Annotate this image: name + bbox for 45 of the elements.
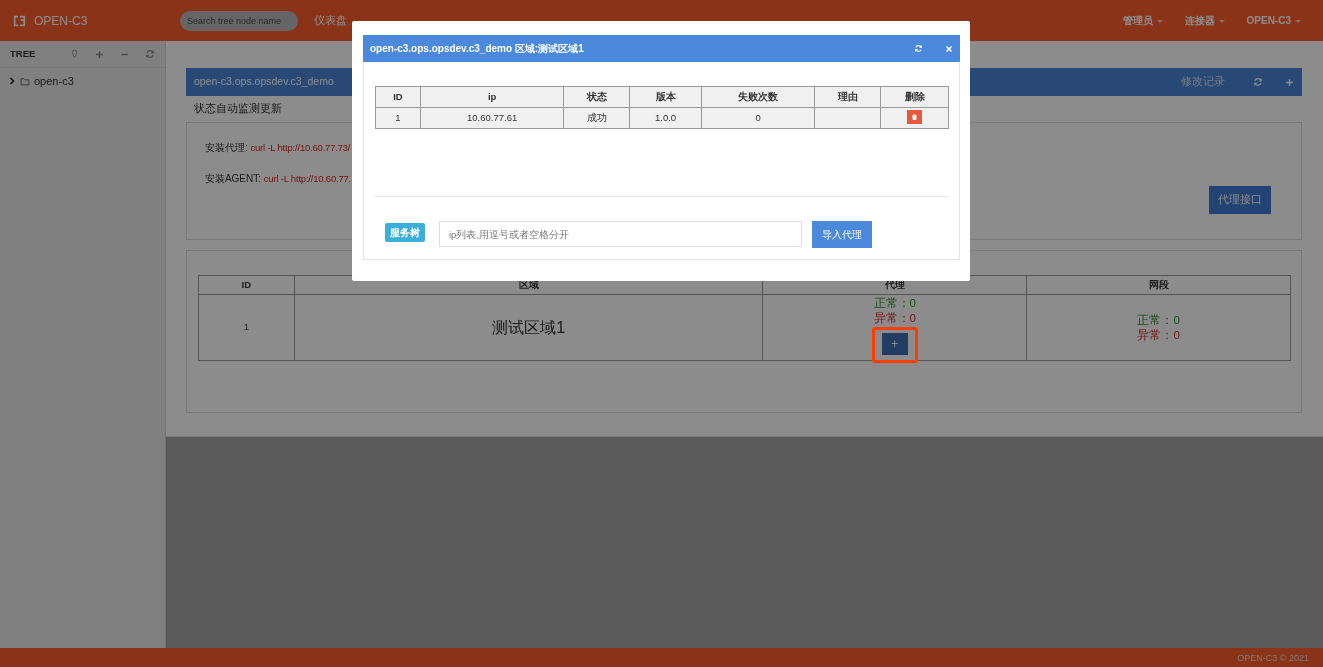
- nav-link[interactable]: 连接器: [1184, 13, 1225, 28]
- refresh-icon[interactable]: [914, 44, 923, 53]
- nav-link[interactable]: 仪表盘: [314, 12, 347, 29]
- column-header: 状态: [563, 86, 630, 108]
- column-header: ip: [420, 86, 564, 108]
- import-button[interactable]: 导入代理: [812, 221, 872, 248]
- table-cell: 1: [198, 294, 295, 361]
- add-button[interactable]: +: [881, 333, 908, 355]
- agent-api-button[interactable]: 代理接口: [1209, 186, 1271, 214]
- trash-icon: [911, 113, 919, 122]
- location-pin-icon[interactable]: [69, 49, 79, 59]
- error-count: 异常：0: [1136, 327, 1181, 343]
- column-header: 删除: [880, 86, 949, 108]
- delete-button[interactable]: [907, 110, 923, 125]
- install-line: 安装AGENT: curl -L http://10.60.77.: [204, 172, 352, 184]
- table-cell: 1: [375, 107, 421, 129]
- plus-icon[interactable]: [94, 49, 104, 59]
- column-header: 网段: [1026, 275, 1291, 295]
- column-header: ID: [375, 86, 421, 108]
- column-header: 失败次数: [701, 86, 815, 108]
- column-header: ID: [198, 275, 295, 295]
- footer-text: OPEN-C3 © 2021: [0, 648, 1323, 667]
- status-text: 状态自动监测更新: [193, 102, 282, 114]
- tree-node[interactable]: open-c3: [34, 72, 74, 90]
- nav-link[interactable]: 管理员: [1122, 13, 1163, 28]
- normal-count: 正常：0: [1136, 312, 1181, 328]
- region-name: 测试区域1: [294, 294, 763, 361]
- page-title: open-c3.ops.opsdev.c3_demo: [193, 74, 334, 90]
- column-header: 版本: [629, 86, 702, 108]
- modal-title: open-c3.ops.opsdev.c3_demo 区域:测试区域1: [370, 42, 584, 56]
- tag-badge: 服务树: [385, 223, 425, 242]
- tree-title: TREE: [10, 46, 36, 61]
- brand-name: OPEN-C3: [34, 12, 88, 30]
- close-icon[interactable]: [945, 44, 953, 53]
- refresh-icon[interactable]: [144, 49, 155, 59]
- install-line: 安装代理: curl -L http://10.60.77.73/: [204, 142, 351, 153]
- nav-link[interactable]: OPEN-C3: [1246, 13, 1301, 28]
- history-link[interactable]: 修改记录: [1181, 74, 1225, 90]
- refresh-icon[interactable]: [1253, 77, 1263, 87]
- folder-icon: [20, 76, 30, 86]
- error-count: 异常：0: [872, 311, 917, 326]
- ip-input-field[interactable]: ip列表,用逗号或者空格分开: [439, 221, 802, 247]
- column-header: 理由: [814, 86, 881, 108]
- normal-count: 正常：0: [872, 296, 917, 311]
- caret-right-icon[interactable]: [8, 77, 16, 85]
